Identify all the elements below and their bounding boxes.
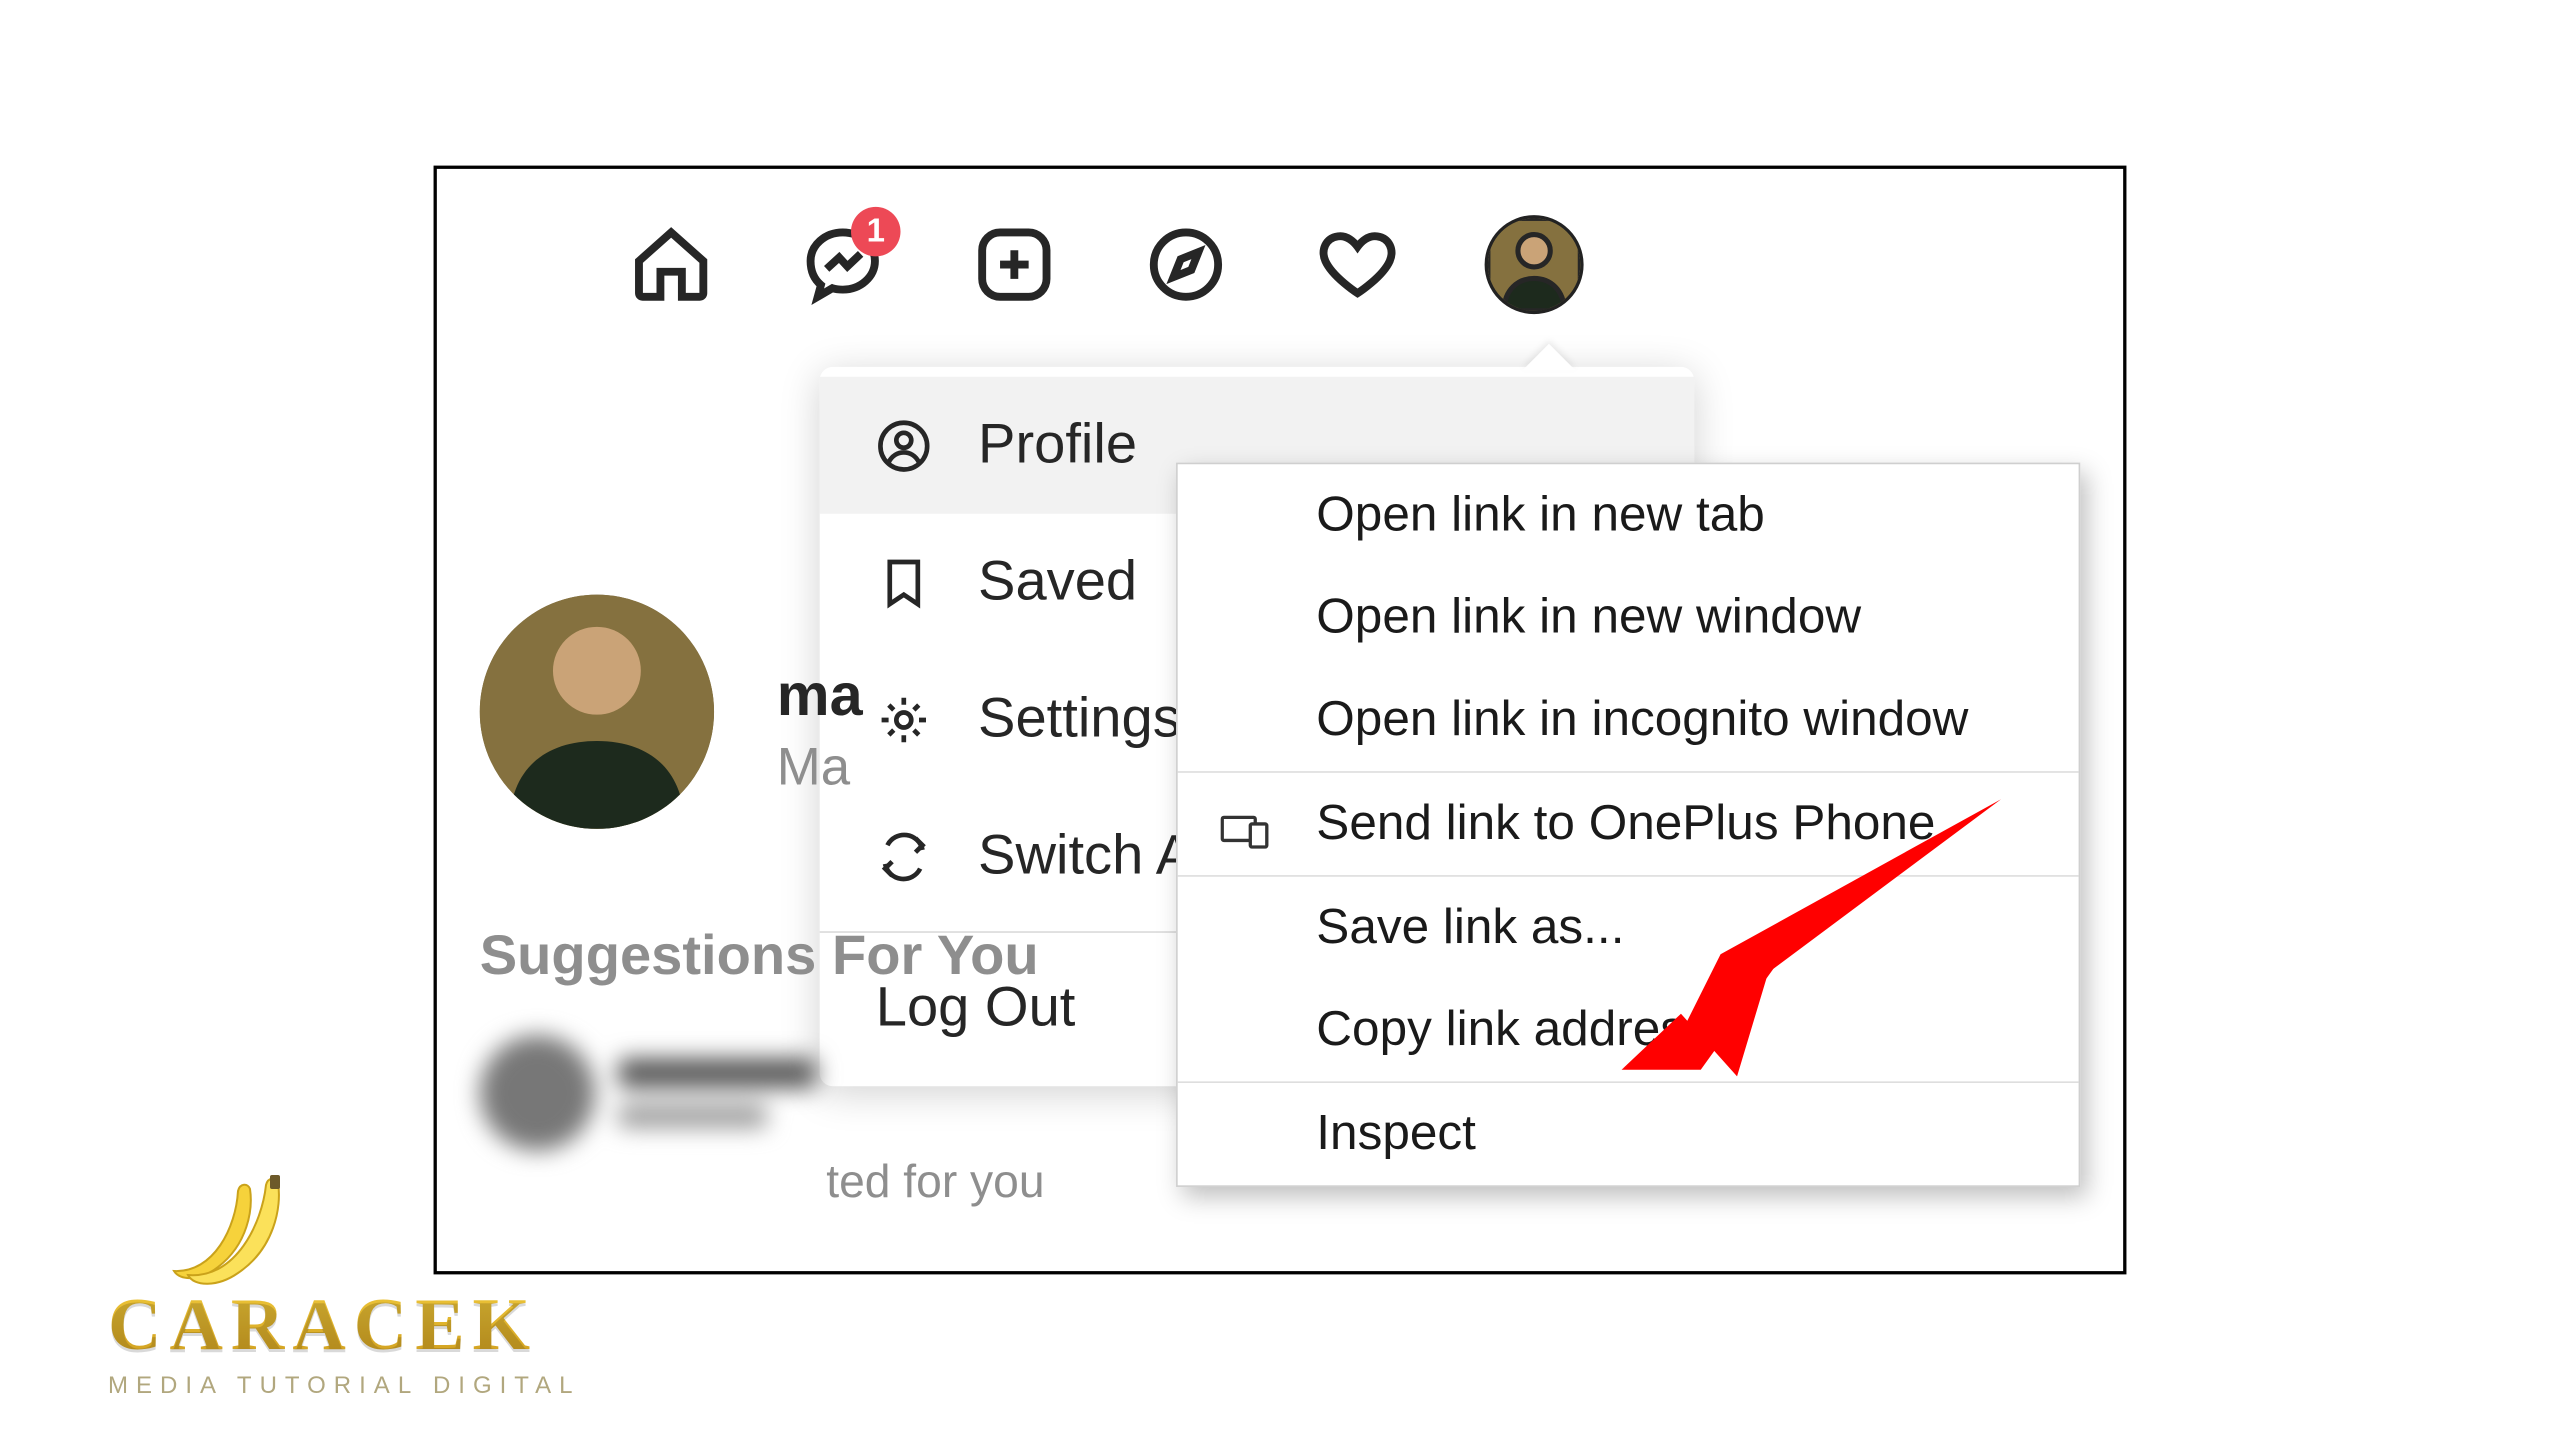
top-nav: 1 xyxy=(627,215,1584,314)
banana-logo-icon xyxy=(168,1173,348,1318)
watermark-tagline: MEDIA TUTORIAL DIGITAL xyxy=(108,1372,581,1400)
username[interactable]: ma xyxy=(777,661,863,730)
dropdown-label: Settings xyxy=(978,687,1181,751)
browser-context-menu: Open link in new tab Open link in new wi… xyxy=(1176,463,2080,1187)
context-label: Send link to OnePlus Phone xyxy=(1316,796,1935,850)
plus-icon[interactable] xyxy=(970,220,1059,309)
watermark: CARACEK MEDIA TUTORIAL DIGITAL xyxy=(108,1283,581,1400)
context-copy-link-address[interactable]: Copy link address xyxy=(1178,979,2079,1081)
devices-icon xyxy=(1221,806,1271,842)
context-inspect[interactable]: Inspect xyxy=(1178,1083,2079,1185)
context-open-incognito[interactable]: Open link in incognito window xyxy=(1178,669,2079,771)
heart-icon[interactable] xyxy=(1313,220,1402,309)
home-icon[interactable] xyxy=(627,220,716,309)
messenger-icon[interactable]: 1 xyxy=(798,220,887,309)
gear-icon xyxy=(876,691,932,747)
bookmark-icon xyxy=(876,554,932,610)
context-open-new-tab[interactable]: Open link in new tab xyxy=(1178,464,2079,566)
suggestions-heading: Suggestions For You xyxy=(480,925,1039,989)
context-open-new-window[interactable]: Open link in new window xyxy=(1178,567,2079,669)
avatar[interactable] xyxy=(480,595,714,829)
avatar xyxy=(1485,215,1584,314)
fullname: Ma xyxy=(777,737,850,798)
context-send-to-device[interactable]: Send link to OnePlus Phone xyxy=(1178,773,2079,875)
context-save-link-as[interactable]: Save link as... xyxy=(1178,877,2079,979)
switch-icon xyxy=(876,828,932,884)
avatar-icon[interactable] xyxy=(1485,215,1584,314)
user-circle-icon xyxy=(876,417,932,473)
blurred-suggestion xyxy=(480,1020,843,1165)
notification-badge: 1 xyxy=(851,207,901,257)
suggestion-context-text: ted for you xyxy=(826,1156,1044,1209)
screenshot-frame: 1 Profile xyxy=(434,166,2127,1275)
compass-icon[interactable] xyxy=(1141,220,1230,309)
dropdown-label: Saved xyxy=(978,550,1137,614)
dropdown-label: Profile xyxy=(978,413,1137,477)
